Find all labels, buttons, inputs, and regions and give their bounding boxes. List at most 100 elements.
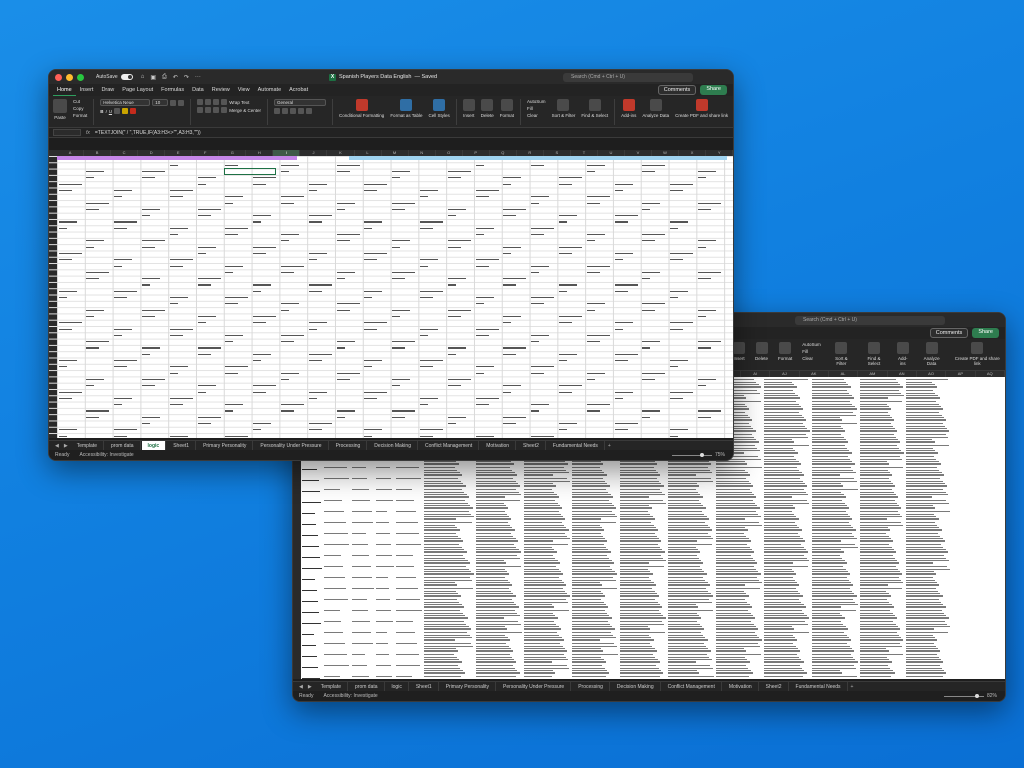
table-cell[interactable] [571,608,619,619]
table-cell[interactable] [475,663,523,674]
insert-cells-button[interactable]: Insert [462,99,475,118]
table-cell[interactable] [395,520,423,531]
table-cell[interactable] [811,586,859,597]
table-cell[interactable] [351,674,375,679]
scroll-left-icon[interactable]: ◀ [53,443,61,449]
table-cell[interactable] [715,619,763,630]
table-cell[interactable] [523,663,571,674]
table-cell[interactable] [905,454,951,465]
table-cell[interactable] [375,498,395,509]
table-cell[interactable] [571,564,619,575]
align-center-icon[interactable] [205,107,212,113]
undo-icon[interactable]: ↶ [173,74,178,81]
table-cell[interactable] [763,608,811,619]
table-cell[interactable] [475,542,523,553]
table-cell[interactable] [571,465,619,476]
align-left-icon[interactable] [197,107,204,113]
table-cell[interactable] [667,531,715,542]
table-cell[interactable] [619,520,667,531]
accessibility-status[interactable]: Accessibility: Investigate [323,693,377,699]
table-cell[interactable] [395,542,423,553]
table-cell[interactable] [423,630,475,641]
table-cell[interactable] [301,586,323,597]
table-cell[interactable] [811,399,859,410]
table-cell[interactable] [763,619,811,630]
italic-icon[interactable]: I [106,109,107,114]
table-cell[interactable] [301,641,323,652]
table-cell[interactable] [667,487,715,498]
scroll-right-icon[interactable]: ▶ [306,684,314,690]
table-cell[interactable] [571,476,619,487]
table-cell[interactable] [351,564,375,575]
table-cell[interactable] [619,487,667,498]
table-cell[interactable] [395,619,423,630]
table-cell[interactable] [905,674,951,679]
table-cell[interactable] [763,674,811,679]
table-cell[interactable] [475,564,523,575]
cell-styles-button[interactable]: Cell Styles [429,99,450,118]
sheet-tab[interactable]: Decision Making [611,681,661,692]
table-cell[interactable] [423,641,475,652]
table-cell[interactable] [905,509,951,520]
table-cell[interactable] [375,619,395,630]
table-cell[interactable] [715,487,763,498]
tab-data[interactable]: Data [188,84,208,96]
table-cell[interactable] [375,542,395,553]
table-cell[interactable] [323,575,351,586]
table-cell[interactable] [475,597,523,608]
sheet-tab[interactable]: Processing [330,440,368,451]
table-cell[interactable] [619,619,667,630]
sort-filter-button[interactable]: Sort & Filter [552,99,575,118]
sheet-tab[interactable]: Template [315,681,349,692]
table-cell[interactable] [715,652,763,663]
table-cell[interactable] [475,586,523,597]
cut-button[interactable]: Cut [73,99,87,104]
add-sheet-icon[interactable]: + [849,684,856,690]
table-cell[interactable] [859,608,905,619]
table-cell[interactable] [811,630,859,641]
table-cell[interactable] [811,663,859,674]
table-cell[interactable] [811,575,859,586]
table-cell[interactable] [619,630,667,641]
table-cell[interactable] [859,663,905,674]
table-cell[interactable] [351,487,375,498]
print-icon[interactable]: ⎙ [162,74,167,81]
table-cell[interactable] [523,641,571,652]
table-cell[interactable] [323,542,351,553]
table-cell[interactable] [859,674,905,679]
table-cell[interactable] [715,542,763,553]
table-row[interactable] [301,586,1005,597]
wrap-text-button[interactable]: Wrap Text [229,100,249,105]
table-cell[interactable] [375,520,395,531]
table-cell[interactable] [423,586,475,597]
table-cell[interactable] [351,575,375,586]
table-cell[interactable] [763,597,811,608]
table-cell[interactable] [811,498,859,509]
table-cell[interactable] [395,652,423,663]
table-cell[interactable] [905,399,951,410]
table-cell[interactable] [715,553,763,564]
table-row[interactable] [301,509,1005,520]
table-cell[interactable] [763,520,811,531]
table-row[interactable] [301,531,1005,542]
borders-icon[interactable] [114,108,121,114]
table-cell[interactable] [571,575,619,586]
align-bottom-icon[interactable] [213,99,220,105]
tab-home[interactable]: Home [53,84,76,96]
table-cell[interactable] [523,674,571,679]
tab-draw[interactable]: Draw [97,84,118,96]
table-cell[interactable] [763,531,811,542]
table-cell[interactable] [475,465,523,476]
table-cell[interactable] [667,465,715,476]
table-cell[interactable] [763,575,811,586]
grow-font-icon[interactable] [170,99,177,106]
table-cell[interactable] [423,564,475,575]
table-cell[interactable] [301,553,323,564]
more-icon[interactable]: ··· [195,74,201,81]
fill-button[interactable]: Fill [802,349,821,354]
font-color-icon[interactable] [130,108,137,114]
table-cell[interactable] [859,630,905,641]
table-cell[interactable] [323,674,351,679]
table-cell[interactable] [571,652,619,663]
table-cell[interactable] [323,641,351,652]
